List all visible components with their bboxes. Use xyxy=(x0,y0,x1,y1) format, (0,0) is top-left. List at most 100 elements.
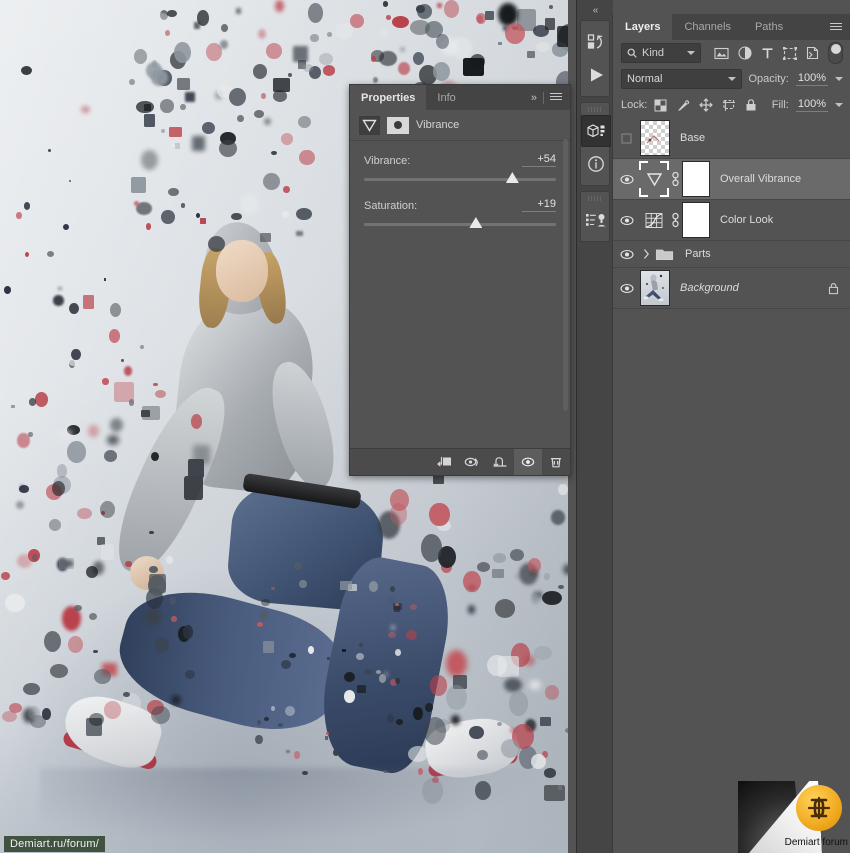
vibrance-track[interactable] xyxy=(364,172,556,183)
collapse-panels-button[interactable]: « xyxy=(577,0,613,20)
saturation-slider-handle[interactable] xyxy=(469,217,483,228)
dock-grip[interactable] xyxy=(588,107,602,112)
tab-layers[interactable]: Layers xyxy=(613,14,673,40)
layers-panel: Layers Channels Paths Kind Normal Opacit… xyxy=(612,14,850,853)
tabbar-spacer xyxy=(467,85,531,110)
layer-mask-thumbnail[interactable] xyxy=(682,202,710,238)
view-previous-state-icon[interactable] xyxy=(458,449,486,475)
visibility-toggle-icon[interactable] xyxy=(613,133,640,144)
filter-image-icon[interactable] xyxy=(714,47,729,60)
blend-mode-value: Normal xyxy=(627,73,663,85)
fill-chevron-down-icon[interactable] xyxy=(835,103,843,107)
table-row[interactable]: Background xyxy=(613,268,850,309)
lock-transparent-pixels-icon[interactable] xyxy=(654,99,667,112)
opacity-label: Opacity: xyxy=(748,73,789,85)
table-row[interactable]: Base xyxy=(613,118,850,159)
layers-panel-menu[interactable] xyxy=(830,14,850,40)
divider xyxy=(543,91,544,104)
play-icon[interactable] xyxy=(581,59,611,91)
vibrance-value[interactable]: +54 xyxy=(522,153,556,167)
table-row[interactable]: Parts xyxy=(613,241,850,268)
lock-artboard-icon[interactable] xyxy=(722,99,736,112)
search-icon xyxy=(627,48,637,58)
visibility-toggle-icon[interactable] xyxy=(613,249,640,260)
filter-type-icon[interactable] xyxy=(761,47,774,60)
floor-reflection xyxy=(40,768,540,838)
properties-body: Vibrance: +54 Saturation: +19 xyxy=(350,141,570,228)
opacity-value[interactable]: 100% xyxy=(795,72,828,86)
link-icon[interactable] xyxy=(668,212,682,228)
filter-kind-dropdown[interactable]: Kind xyxy=(621,43,701,63)
layer-thumbnail[interactable] xyxy=(639,161,669,197)
logo-caption: Demiart forum xyxy=(784,837,848,848)
layer-name[interactable]: Overall Vibrance xyxy=(710,173,842,185)
tab-properties[interactable]: Properties xyxy=(350,85,427,110)
photoshop-window: « Properties Info » Vibrance Vibrance: +… xyxy=(0,0,850,853)
tabbar-spacer xyxy=(795,14,830,40)
layer-mask-icon[interactable] xyxy=(387,116,409,134)
reset-icon[interactable] xyxy=(486,449,514,475)
visibility-toggle-icon[interactable] xyxy=(613,215,640,226)
opacity-chevron-down-icon[interactable] xyxy=(835,77,843,81)
layer-thumbnail[interactable] xyxy=(640,120,670,156)
hamburger-menu-icon[interactable] xyxy=(830,22,842,32)
properties-footer xyxy=(350,448,570,475)
vibrance-icon xyxy=(359,115,380,135)
layer-name[interactable]: Background xyxy=(670,282,824,294)
demiart-logo-icon xyxy=(796,785,842,831)
filter-toggle-switch[interactable] xyxy=(828,42,843,64)
overflow-chevrons-icon[interactable]: » xyxy=(531,92,537,104)
saturation-slider-row: Saturation: +19 xyxy=(364,198,556,228)
filter-shape-icon[interactable] xyxy=(783,46,797,60)
figure-face xyxy=(216,240,268,302)
fill-value[interactable]: 100% xyxy=(795,98,828,112)
info-icon[interactable] xyxy=(581,148,611,180)
dock-grip[interactable] xyxy=(588,196,602,201)
lock-icon[interactable] xyxy=(824,282,842,295)
clip-to-layer-icon[interactable] xyxy=(430,449,458,475)
chevron-down-icon[interactable] xyxy=(687,51,695,55)
lock-position-icon[interactable] xyxy=(699,98,713,112)
adjustment-title: Vibrance xyxy=(416,119,460,131)
saturation-track[interactable] xyxy=(364,217,556,228)
dock-group-3d-info xyxy=(580,102,611,186)
history-icon[interactable] xyxy=(581,26,611,58)
filter-adjustment-icon[interactable] xyxy=(738,46,752,60)
chevron-down-icon[interactable] xyxy=(727,77,736,81)
tab-paths[interactable]: Paths xyxy=(743,14,795,40)
lock-all-icon[interactable] xyxy=(745,98,757,112)
layer-name[interactable]: Color Look xyxy=(710,214,842,226)
delete-icon[interactable] xyxy=(542,449,570,475)
tab-channels[interactable]: Channels xyxy=(672,14,742,40)
table-row[interactable]: Color Look xyxy=(613,200,850,241)
properties-panel: Properties Info » Vibrance Vibrance: +54 xyxy=(349,84,571,476)
filter-kind-value: Kind xyxy=(642,47,665,59)
3d-panel-icon[interactable] xyxy=(581,115,611,147)
vibrance-label: Vibrance: xyxy=(364,155,411,167)
properties-tab-actions: » xyxy=(531,85,570,110)
gradient-map-icon xyxy=(645,212,663,228)
link-icon[interactable] xyxy=(668,171,682,187)
blend-mode-dropdown[interactable]: Normal xyxy=(621,69,742,89)
properties-scrollbar[interactable] xyxy=(562,139,569,448)
toggle-visibility-icon[interactable] xyxy=(514,449,542,475)
layers-tabbar: Layers Channels Paths xyxy=(613,14,850,40)
collapsed-panel-dock: « xyxy=(576,0,613,853)
vibrance-slider-handle[interactable] xyxy=(505,172,519,183)
visibility-toggle-icon[interactable] xyxy=(613,174,640,185)
visibility-toggle-icon[interactable] xyxy=(613,283,640,294)
table-row[interactable]: Overall Vibrance xyxy=(613,159,850,200)
adjustments-styles-icon[interactable] xyxy=(581,204,611,236)
layer-mask-thumbnail[interactable] xyxy=(682,161,710,197)
fill-label: Fill: xyxy=(771,99,789,111)
layer-thumbnail[interactable] xyxy=(640,270,670,306)
filter-smart-object-icon[interactable] xyxy=(806,46,819,60)
hamburger-menu-icon[interactable] xyxy=(550,93,562,102)
layer-thumbnail[interactable] xyxy=(640,203,668,237)
chevron-right-icon[interactable] xyxy=(640,249,653,259)
layer-name[interactable]: Base xyxy=(670,132,842,144)
saturation-value[interactable]: +19 xyxy=(522,198,556,212)
lock-image-pixels-icon[interactable] xyxy=(676,99,690,112)
tab-info[interactable]: Info xyxy=(426,85,466,110)
layer-name[interactable]: Parts xyxy=(675,248,842,260)
